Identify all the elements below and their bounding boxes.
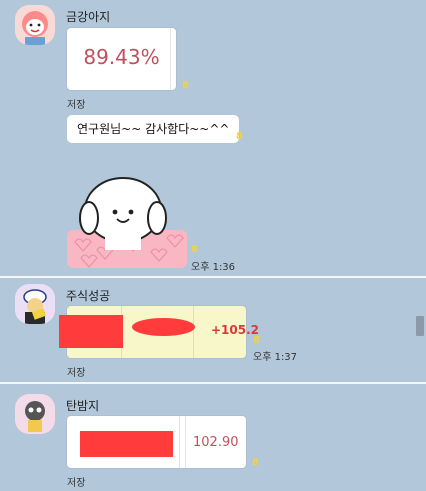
message-divider bbox=[0, 276, 426, 278]
photo-message-percent[interactable]: 89.43% bbox=[67, 28, 176, 90]
redaction-block bbox=[59, 315, 123, 348]
column-line bbox=[193, 306, 194, 358]
redaction-block bbox=[80, 431, 173, 457]
column-line bbox=[179, 416, 180, 468]
message-time: 오후 1:36 bbox=[191, 262, 236, 273]
unread-count: 8 bbox=[236, 131, 243, 142]
avatar-jusiksunggong[interactable] bbox=[15, 284, 55, 324]
percent-value: 89.43% bbox=[83, 45, 160, 69]
unread-count: 8 bbox=[253, 335, 260, 346]
sender-name: 주식성공 bbox=[66, 289, 111, 303]
unread-count: 8 bbox=[182, 80, 189, 91]
avatar-geumgangaji[interactable] bbox=[15, 5, 55, 45]
save-link[interactable]: 저장 bbox=[67, 364, 85, 379]
emoticon-sticker[interactable] bbox=[67, 172, 189, 270]
amount-value: +105.2 bbox=[211, 323, 260, 337]
save-link[interactable]: 저장 bbox=[67, 474, 85, 489]
unread-count: 8 bbox=[252, 457, 259, 468]
message-time: 오후 1:37 bbox=[253, 352, 298, 363]
chat-window: { "messages": [ { "sender": "금강아지", "per… bbox=[0, 0, 426, 491]
sender-name: 탄밤지 bbox=[66, 399, 100, 413]
message-divider bbox=[0, 382, 426, 384]
photo-edge bbox=[170, 28, 171, 90]
column-line bbox=[185, 416, 186, 468]
value-text: 102.90 bbox=[193, 435, 239, 450]
text-message-bubble[interactable]: 연구원님~~ 감사함다~~^^ bbox=[67, 115, 240, 143]
unread-count: 8 bbox=[191, 244, 198, 255]
avatar-tanbamji[interactable] bbox=[15, 394, 55, 434]
redaction-scribble bbox=[132, 318, 195, 336]
scrollbar-thumb[interactable] bbox=[416, 316, 424, 336]
save-link[interactable]: 저장 bbox=[67, 96, 85, 111]
sender-name: 금강아지 bbox=[66, 10, 111, 24]
